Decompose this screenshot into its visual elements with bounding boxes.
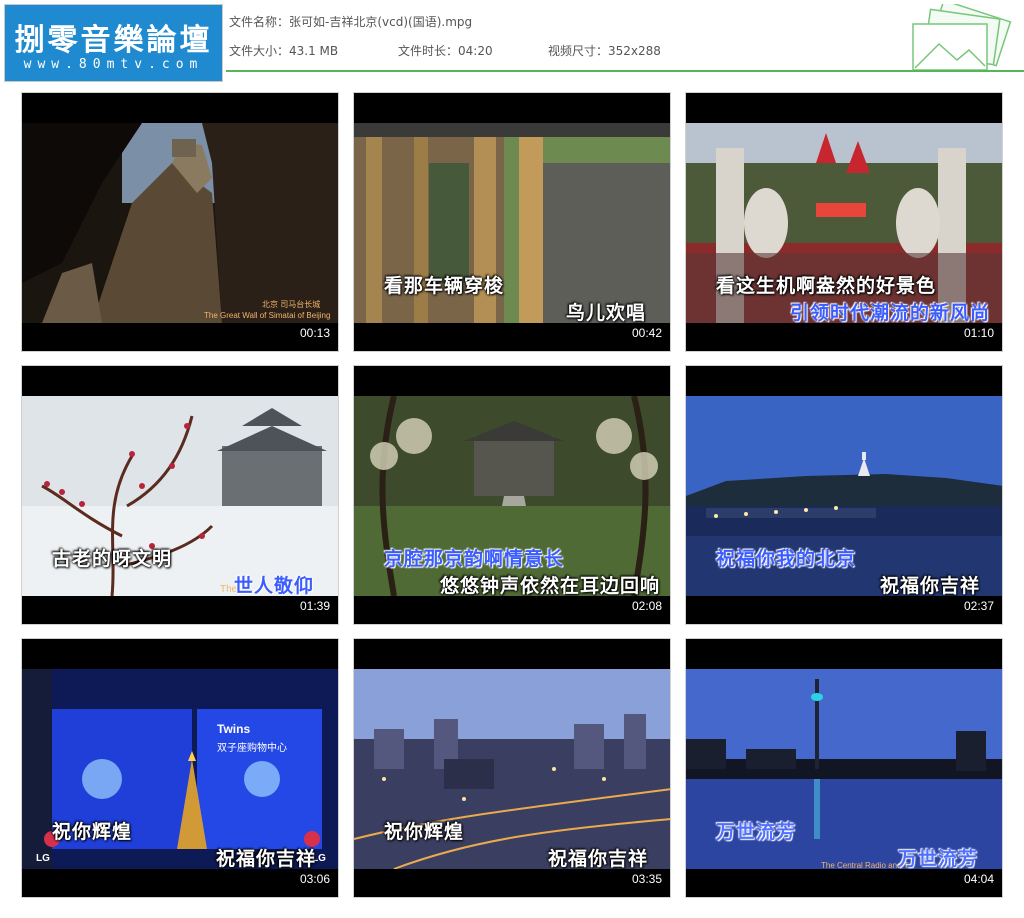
timestamp: 01:39 [299, 599, 330, 613]
file-name-row: 文件名称：张可如-吉祥北京(vcd)(国语).mpg [229, 13, 472, 30]
timestamp: 04:04 [963, 872, 994, 886]
subtitle-line-2: 祝福你吉祥 [216, 848, 317, 870]
subtitle-line-1: 祝福你我的北京 [716, 548, 857, 570]
timestamp: 01:10 [963, 326, 994, 340]
thumbnail-7[interactable]: Twins 双子座购物中心 LG LG 祝你辉煌 祝福你吉祥 03:06 [21, 638, 339, 898]
thumbnail-8[interactable]: 祝你辉煌 祝福你吉祥 03:35 [353, 638, 671, 898]
picture-stack-icon [912, 4, 1012, 71]
caption-location: 北京 司马台长城 [262, 300, 321, 309]
subtitle-line-1: 万世流芳 [716, 821, 797, 843]
thumbnail-2[interactable]: 看那车辆穿梭 鸟儿欢唱 00:42 [353, 92, 671, 352]
caption-lg-left: LG [36, 853, 50, 864]
subtitle-line-2: 万世流芳 [898, 848, 979, 870]
file-size-row: 文件大小：43.1 MB [229, 42, 338, 59]
subtitle-line-2: 世人敬仰 [234, 575, 315, 597]
resolution-row: 视频尺寸：352x288 [548, 42, 661, 59]
site-logo: 捌零音樂論壇 www.80mtv.com [4, 4, 223, 82]
timestamp: 02:37 [963, 599, 994, 613]
subtitle-line-2: 悠悠钟声依然在耳边回响 [440, 575, 661, 597]
logo-title: 捌零音樂論壇 [14, 23, 213, 58]
subtitle-line-1: 古老的呀文明 [52, 548, 173, 570]
duration-label: 文件时长： [398, 44, 459, 58]
thumbnail-6[interactable]: 祝福你我的北京 祝福你吉祥 02:37 [685, 365, 1003, 625]
subtitle-line-2: 祝福你吉祥 [548, 848, 649, 870]
caption-twins: Twins [217, 722, 251, 736]
subtitle-line-2: 鸟儿欢唱 [566, 302, 647, 324]
resolution-value: 352x288 [608, 44, 661, 58]
timestamp: 02:08 [631, 599, 662, 613]
thumbnail-grid: 北京 司马台长城 The Great Wall of Simatai of Be… [21, 92, 1004, 902]
thumbnail-3[interactable]: 看这生机啊盎然的好景色 引领时代潮流的新风尚 01:10 [685, 92, 1003, 352]
duration-value: 04:20 [458, 44, 493, 58]
logo-url: www.80mtv.com [23, 57, 204, 72]
subtitle-line-1: 京腔那京韵啊情意长 [384, 548, 565, 570]
subtitle-line-1: 看那车辆穿梭 [384, 275, 505, 297]
file-size-value: 43.1 MB [289, 44, 339, 58]
thumbnail-9[interactable]: The Central Radio and T 万世流芳 万世流芳 04:04 [685, 638, 1003, 898]
timestamp: 03:06 [299, 872, 330, 886]
thumbnail-4[interactable]: 古老的呀文明 The 世人敬仰 01:39 [21, 365, 339, 625]
duration-row: 文件时长：04:20 [398, 42, 493, 59]
file-size-label: 文件大小： [229, 44, 290, 58]
subtitle-line-1: 看这生机啊盎然的好景色 [716, 275, 937, 297]
caption-mall: 双子座购物中心 [217, 743, 287, 754]
timestamp: 00:42 [631, 326, 662, 340]
file-name-label: 文件名称： [229, 15, 290, 29]
thumbnail-5[interactable]: 京腔那京韵啊情意长 悠悠钟声依然在耳边回响 02:08 [353, 365, 671, 625]
video-frame [22, 123, 338, 323]
subtitle-line-1: 祝你辉煌 [384, 821, 465, 843]
timestamp: 03:35 [631, 872, 662, 886]
caption-broadcaster: The Central Radio and T [821, 861, 909, 870]
file-name-value: 张可如-吉祥北京(vcd)(国语).mpg [289, 15, 473, 29]
resolution-label: 视频尺寸： [548, 44, 609, 58]
subtitle-line-1: 祝你辉煌 [52, 821, 133, 843]
timestamp: 00:13 [299, 326, 330, 340]
header-divider [226, 70, 1024, 72]
subtitle-line-2: 祝福你吉祥 [880, 575, 981, 597]
caption-location-en: The Great Wall of Simatai of Beijing [204, 311, 331, 320]
thumbnail-1[interactable]: 北京 司马台长城 The Great Wall of Simatai of Be… [21, 92, 339, 352]
subtitle-line-2: 引领时代潮流的新风尚 [790, 302, 991, 324]
